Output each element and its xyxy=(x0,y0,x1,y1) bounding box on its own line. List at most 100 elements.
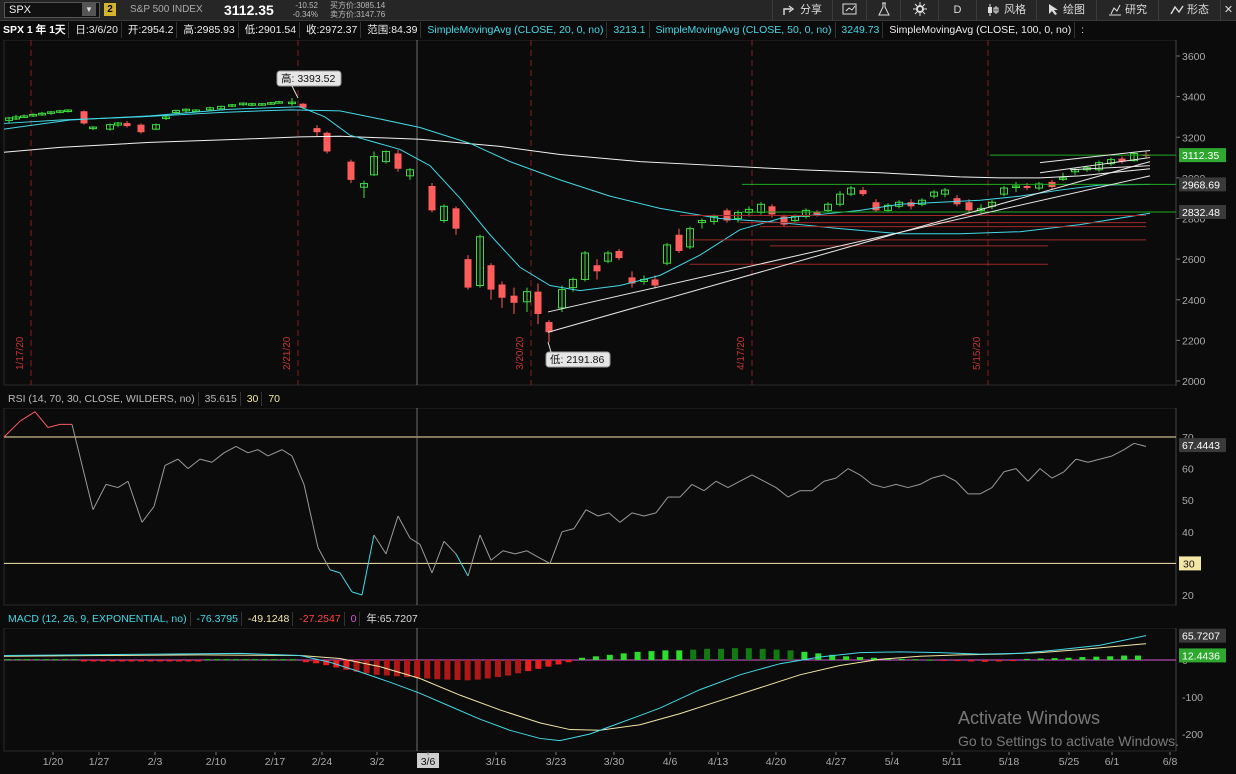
macd-histogram-bar xyxy=(214,659,220,661)
sma100-label[interactable]: SimpleMovingAvg (CLOSE, 100, 0, no) xyxy=(886,22,1076,38)
macd-histogram-bar xyxy=(166,660,173,662)
macd-histogram-bar xyxy=(662,650,669,660)
bar-close: 收:2972.37 xyxy=(303,22,362,38)
macd-histogram-bar xyxy=(313,660,320,664)
macd-y-tick-label: -200 xyxy=(1182,729,1203,741)
macd-label[interactable]: MACD (12, 26, 9, EXPONENTIAL, no) xyxy=(5,612,191,626)
time-axis-label: 2/10 xyxy=(206,756,227,768)
pct-change: -0.34% xyxy=(292,10,318,19)
macd-histogram-bar xyxy=(71,659,78,661)
macd-histogram-bar xyxy=(393,660,400,677)
study-button[interactable]: 研究 xyxy=(1096,0,1158,21)
macd-histogram-bar xyxy=(634,651,641,660)
rsi-plot-area xyxy=(3,408,1177,606)
macd-histogram-bar xyxy=(185,660,192,662)
macd-histogram-bar xyxy=(606,654,613,660)
rsi-panel[interactable]: 706050402067.444330 xyxy=(0,408,1236,606)
time-axis-label: 4/20 xyxy=(766,756,787,768)
macd-histogram-bar xyxy=(940,660,947,661)
macd-histogram-bar xyxy=(100,660,106,662)
price-chart-panel[interactable]: 3600340032003000280026002400220020001/17… xyxy=(0,40,1236,388)
candle-body xyxy=(464,259,472,288)
period-date-label: 5/15/20 xyxy=(972,336,983,370)
rsi-label[interactable]: RSI (14, 70, 30, CLOSE, WILDERS, no) xyxy=(5,392,199,406)
macd-histogram-bar xyxy=(242,659,249,661)
sma20-value: 3213.1 xyxy=(610,22,650,38)
macd-histogram-bar xyxy=(434,660,441,680)
macd-histogram-bar xyxy=(303,660,309,663)
macd-histogram-bar xyxy=(926,659,933,661)
bid-price: 买方价:3085.14 xyxy=(330,1,386,10)
bar-range: 范围:84.39 xyxy=(364,22,422,38)
gear-button[interactable] xyxy=(900,0,938,21)
pattern-button[interactable]: 形态 xyxy=(1158,0,1220,21)
chart-settings-button[interactable] xyxy=(832,0,866,21)
macd-histogram-bar xyxy=(592,656,599,660)
sma50-value: 3249.73 xyxy=(838,22,884,38)
macd-histogram-bar xyxy=(996,660,1002,662)
macd-histogram-bar xyxy=(843,656,850,660)
macd-histogram-bar xyxy=(414,660,421,678)
sma20-label[interactable]: SimpleMovingAvg (CLOSE, 20, 0, no) xyxy=(424,22,608,38)
link-group-badge[interactable]: 2 xyxy=(104,3,116,16)
time-axis-label: 5/18 xyxy=(999,756,1020,768)
macd-histogram-bar xyxy=(1023,658,1030,660)
period-date-label: 2/21/20 xyxy=(282,336,293,370)
macd-histogram-bar xyxy=(33,659,40,661)
sma50-label[interactable]: SimpleMovingAvg (CLOSE, 50, 0, no) xyxy=(652,22,836,38)
macd-histogram-bar xyxy=(271,659,277,661)
macd-histogram-bar xyxy=(1051,658,1058,660)
close-button[interactable]: ✕ xyxy=(1220,0,1236,21)
sma20-tag-text: 2968.69 xyxy=(1182,179,1220,191)
change-block: -10.52 -0.34% xyxy=(288,1,318,19)
candle-body xyxy=(498,284,506,298)
time-axis-label: 2/3 xyxy=(148,756,163,768)
time-axis-label: 1/27 xyxy=(89,756,110,768)
macd-histogram-bar xyxy=(982,660,989,662)
lab-button[interactable] xyxy=(866,0,900,21)
draw-button[interactable]: 绘图 xyxy=(1036,0,1096,21)
share-button[interactable]: 分享 xyxy=(772,0,832,21)
macd-histogram-bar xyxy=(424,660,431,679)
time-axis[interactable]: 1/20 1/27 2/3 2/10 2/17 2/24 3/2 3/6 3/16 3/23 3/3… xyxy=(0,752,1236,774)
symbol-dropdown-chevron-icon[interactable]: ▼ xyxy=(82,3,96,16)
low-bubble-text: 低: 2191.86 xyxy=(550,353,604,366)
last-price-tag-text: 3112.35 xyxy=(1182,150,1219,162)
macd-histogram-bar xyxy=(1121,655,1128,660)
candle-body xyxy=(593,265,601,272)
rsi-y-tick-label: 40 xyxy=(1182,527,1194,539)
cursor-icon xyxy=(1048,4,1058,15)
time-axis-label: 3/2 xyxy=(370,756,385,768)
ask-price: 卖方价:3147.76 xyxy=(330,10,386,19)
close-icon: ✕ xyxy=(1223,4,1234,16)
macd-histogram-bar xyxy=(373,660,380,675)
price-y-tick-label: 3600 xyxy=(1182,51,1206,63)
macd-histogram-bar xyxy=(505,660,511,676)
period-date-label: 3/20/20 xyxy=(515,336,526,370)
macd-histogram-bar xyxy=(43,659,49,661)
period-button[interactable]: D xyxy=(938,0,976,21)
candle-body xyxy=(510,295,518,303)
macd-histogram-bar xyxy=(912,659,919,661)
price-y-tick-label: 2600 xyxy=(1182,254,1206,266)
time-axis-label: 3/23 xyxy=(546,756,567,768)
candle-body xyxy=(534,291,542,314)
macd-histogram-bar xyxy=(176,660,182,662)
macd-histogram-bar xyxy=(898,658,905,660)
macd-histogram-bar xyxy=(690,649,697,660)
style-button[interactable]: 风格 xyxy=(976,0,1036,21)
macd-histogram-bar xyxy=(731,648,738,660)
candle-body xyxy=(394,153,402,169)
macd-histogram-bar xyxy=(147,660,154,662)
macd-histogram-bar xyxy=(444,660,451,680)
rsi-y-tick-label: 20 xyxy=(1182,590,1194,602)
gear-icon xyxy=(912,2,927,16)
macd-histogram-bar xyxy=(1107,656,1114,660)
share-icon xyxy=(783,5,795,15)
macd-histogram-bar xyxy=(363,660,370,674)
top-toolbar: SPX ▼ 2 S&P 500 INDEX 3112.35 -10.52 -0.… xyxy=(0,0,1236,21)
macd-value: -76.3795 xyxy=(193,612,242,626)
chart-id[interactable]: SPX 1 年 1天 xyxy=(0,22,70,38)
study-icon xyxy=(1108,4,1121,16)
macd-histogram-bar xyxy=(787,650,794,660)
